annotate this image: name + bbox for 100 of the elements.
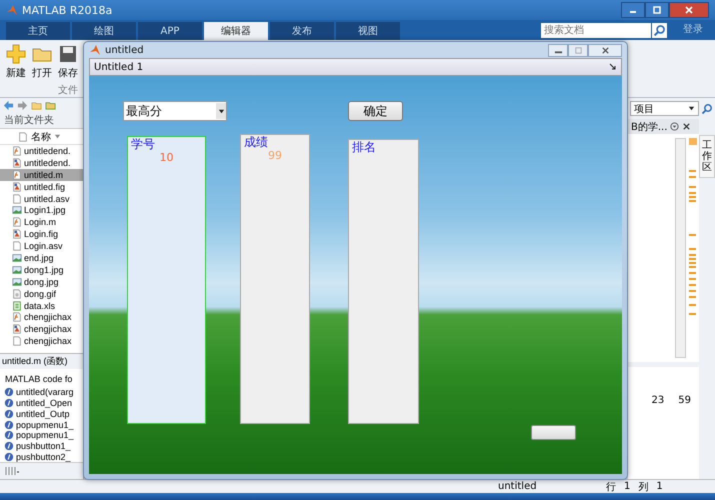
search-field[interactable]: 搜索文档	[541, 23, 651, 38]
minimize-button[interactable]	[621, 2, 645, 18]
resize-arrow-icon[interactable]	[609, 63, 617, 71]
ribbon-tab[interactable]: 主页	[6, 22, 70, 40]
figure-file-icon	[12, 158, 22, 168]
list-title: 排名	[351, 140, 377, 154]
description-text: MATLAB code fo	[5, 374, 74, 384]
row-number: 1	[624, 481, 630, 492]
popup-menu[interactable]: 最高分	[123, 101, 227, 121]
function-file-icon	[12, 217, 22, 228]
function-file-icon	[12, 312, 22, 322]
toolbar-button[interactable]: 新建	[6, 44, 26, 80]
push-button[interactable]	[531, 425, 576, 440]
function-icon	[4, 398, 14, 408]
file-item[interactable]: chengjichax	[0, 335, 83, 348]
forward-arrow-icon[interactable]	[17, 100, 28, 110]
figure-file-icon	[12, 182, 22, 192]
close-button[interactable]	[588, 44, 622, 56]
ribbon-tab[interactable]: 绘图	[72, 22, 136, 40]
toolbar-button[interactable]: 打开	[32, 44, 52, 80]
image-file-icon	[12, 264, 22, 275]
list-box[interactable]: 排名	[348, 139, 419, 424]
value-text: 59	[678, 395, 691, 408]
file-item[interactable]: end.jpg	[0, 252, 83, 264]
file-item[interactable]: untitled.asv	[0, 192, 83, 204]
file-item[interactable]: dong.jpg	[0, 276, 83, 288]
list-box[interactable]: 学号 10	[127, 136, 206, 424]
window-title: untitled	[105, 44, 144, 56]
details-title: untitled.m (函数)	[0, 353, 83, 370]
maximize-button[interactable]	[645, 2, 669, 18]
logo-icon	[89, 44, 101, 56]
file-item[interactable]: Login.asv	[0, 240, 83, 252]
caret-icon	[688, 105, 695, 112]
logo-icon	[6, 4, 18, 16]
file-item[interactable]: chengjichax	[0, 323, 83, 336]
file-item[interactable]: untitled.fig	[0, 180, 83, 193]
back-arrow-icon[interactable]	[3, 100, 14, 110]
function-icon	[4, 387, 14, 398]
scroll-bar[interactable]	[675, 138, 686, 358]
minimize-button[interactable]	[548, 44, 568, 56]
list-box[interactable]: 成绩 99	[240, 134, 310, 424]
column-header[interactable]: 名称	[0, 129, 83, 145]
dropdown-circle-icon[interactable]	[670, 122, 680, 131]
ribbon-tab[interactable]: APP	[138, 22, 202, 40]
file-item[interactable]: Login.m	[0, 216, 83, 228]
document-icon	[12, 336, 22, 346]
document-icon	[12, 194, 22, 204]
panel-tab[interactable]: B的学...	[628, 119, 699, 134]
search-icon[interactable]	[701, 102, 713, 114]
file-item[interactable]: Login.fig	[0, 228, 83, 240]
file-item[interactable]: data.xls	[0, 300, 83, 312]
figure-file-icon	[12, 324, 22, 334]
caret-icon	[54, 133, 61, 140]
function-item[interactable]: pushbutton2_	[2, 451, 83, 462]
column-label: 列	[638, 480, 648, 494]
list-title: 成绩	[243, 135, 268, 149]
close-icon	[684, 5, 694, 15]
column-label: 名称	[31, 130, 51, 144]
function-icon	[4, 452, 14, 462]
function-item[interactable]: popupmenu1_	[2, 430, 83, 441]
panel-title: 当前文件夹	[0, 112, 83, 129]
close-icon[interactable]	[682, 122, 692, 131]
confirm-button[interactable]: 确定	[348, 101, 403, 121]
project-dropdown[interactable]: 项目	[630, 101, 699, 116]
file-item[interactable]: chengjichax	[0, 311, 83, 324]
maximize-icon	[652, 5, 662, 15]
close-icon	[600, 46, 610, 54]
gif-file-icon	[12, 288, 22, 299]
document-icon	[18, 132, 28, 142]
file-item[interactable]: dong1.jpg	[0, 264, 83, 276]
function-icon	[4, 430, 14, 440]
panel-title: Untitled 1	[94, 62, 144, 72]
ribbon-tab[interactable]: 发布	[270, 22, 334, 40]
function-item[interactable]: untitled_Open	[2, 398, 83, 409]
function-icon	[4, 408, 14, 419]
login-link[interactable]: 登录	[683, 22, 703, 36]
column-number: 1	[656, 481, 663, 492]
function-item[interactable]: untitled(vararg	[2, 387, 83, 398]
image-file-icon	[12, 252, 22, 263]
function-file-icon	[12, 170, 22, 180]
file-item[interactable]: dong.gif	[0, 288, 83, 300]
function-item[interactable]: popupmenu1_	[2, 419, 83, 430]
close-button[interactable]	[669, 2, 709, 18]
function-item[interactable]: pushbutton1_	[2, 440, 83, 452]
file-item[interactable]: untitled.m	[0, 168, 83, 181]
file-item[interactable]: untitledend.	[0, 145, 83, 157]
save-icon	[58, 44, 78, 64]
function-item[interactable]: untitled_Outp	[2, 408, 83, 420]
list-title: 学号	[130, 137, 156, 151]
toolbar-button[interactable]: 保存	[58, 44, 78, 80]
file-item[interactable]: Login1.jpg	[0, 204, 83, 216]
file-item[interactable]: untitledend.	[0, 156, 83, 169]
grip-icon[interactable]	[4, 466, 20, 476]
ribbon-tab[interactable]: 编辑器	[204, 22, 268, 40]
ribbon-tab[interactable]: 视图	[336, 22, 400, 40]
figure-file-icon	[12, 229, 22, 240]
row-label: 行	[606, 480, 616, 494]
maximize-icon	[574, 46, 582, 54]
document-icon	[12, 241, 22, 252]
side-tab[interactable]: 工作区	[699, 135, 715, 178]
